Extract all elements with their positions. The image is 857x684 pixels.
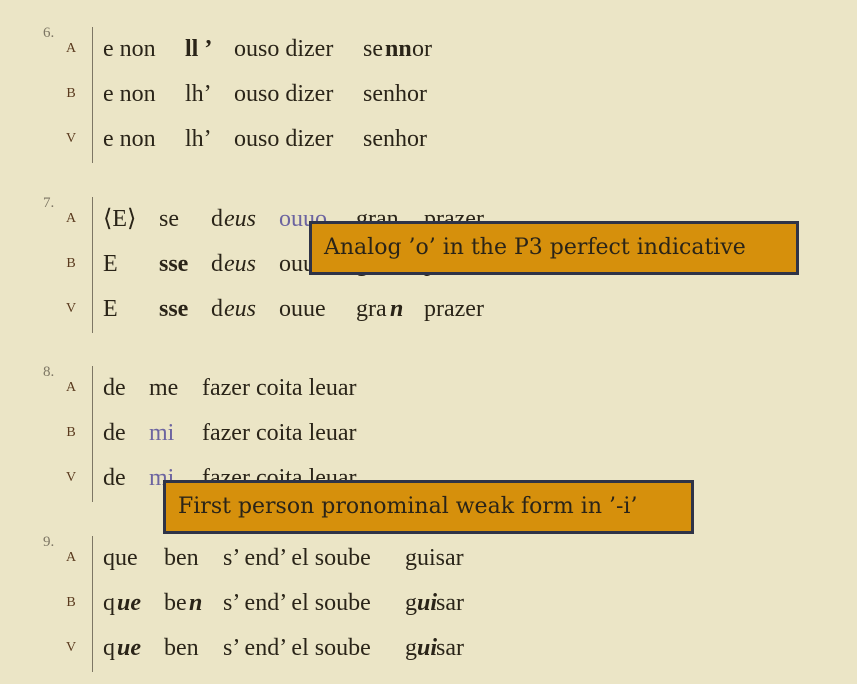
witness-sigil: A: [65, 550, 77, 565]
word: n: [390, 296, 404, 322]
witness-sigil: B: [66, 256, 76, 271]
witness-sigil: B: [66, 595, 76, 610]
word: lh’: [185, 126, 212, 152]
word: sse: [159, 251, 189, 277]
word: senhor: [363, 81, 427, 107]
word: guisar: [405, 545, 464, 571]
word: fazer coita leuar: [202, 420, 357, 446]
witness-row-v[interactable]: V e non lh’ ouso dizer senhor: [0, 123, 857, 159]
word: nn: [385, 36, 412, 62]
word: d: [211, 206, 223, 232]
witness-sigil: A: [65, 211, 77, 226]
word: s’ end’ el soube: [223, 545, 371, 571]
word: s’ end’ el soube: [223, 590, 371, 616]
word: de: [103, 465, 126, 491]
word: E: [103, 296, 118, 322]
word: d: [211, 251, 223, 277]
word: be: [164, 590, 187, 616]
word: g: [405, 590, 417, 616]
word: eus: [224, 296, 256, 322]
witness-sigil: V: [65, 640, 77, 655]
word: E: [103, 251, 118, 277]
word: ⟨E⟩: [103, 206, 137, 232]
word: g: [405, 635, 417, 661]
word: ouso dizer: [234, 36, 334, 62]
word: gra: [356, 296, 387, 322]
word: sar: [436, 635, 464, 661]
witness-row-b[interactable]: B e non lh’ ouso dizer senhor: [0, 78, 857, 114]
word: e non: [103, 81, 156, 107]
word: ouso dizer: [234, 126, 334, 152]
word: prazer: [424, 296, 484, 322]
word: se: [159, 206, 179, 232]
witness-row-a[interactable]: A que ben s’ end’ el soube guisar: [0, 542, 857, 578]
witness-sigil: V: [65, 470, 77, 485]
word: me: [149, 375, 179, 401]
word: ue: [117, 590, 141, 616]
word: q: [103, 590, 115, 616]
word: ue: [117, 635, 141, 661]
word: eus: [224, 251, 256, 277]
witness-row-b[interactable]: B de mi fazer coita leuar: [0, 417, 857, 453]
witness-sigil: A: [65, 41, 77, 56]
witness-row-v[interactable]: V q ue ben s’ end’ el soube g ui sar: [0, 632, 857, 668]
word: ouso dizer: [234, 81, 334, 107]
word: e non: [103, 36, 156, 62]
word: fazer coita leuar: [202, 375, 357, 401]
witness-row-b[interactable]: B q ue be n s’ end’ el soube g ui sar: [0, 587, 857, 623]
word: eus: [224, 206, 256, 232]
word: de: [103, 375, 126, 401]
word: q: [103, 635, 115, 661]
word: ouue: [279, 296, 326, 322]
word: ben: [164, 635, 199, 661]
word: ui: [417, 590, 438, 616]
word: ui: [417, 635, 438, 661]
word: senhor: [363, 126, 427, 152]
word: sar: [436, 590, 464, 616]
word: se: [363, 36, 383, 62]
word: n: [189, 590, 203, 616]
word: d: [211, 296, 223, 322]
witness-sigil: A: [65, 380, 77, 395]
word: e non: [103, 126, 156, 152]
word: s’ end’ el soube: [223, 635, 371, 661]
word: or: [412, 36, 432, 62]
word: ll ’: [185, 36, 213, 62]
witness-sigil: B: [66, 86, 76, 101]
witness-sigil: V: [65, 301, 77, 316]
witness-row-v[interactable]: V E sse d eus ouue gra n prazer: [0, 293, 857, 329]
annotation-tooltip-pronominal-i: First person pronominal weak form in ’-i…: [163, 480, 694, 534]
word: ben: [164, 545, 199, 571]
witness-sigil: V: [65, 131, 77, 146]
witness-row-a[interactable]: A de me fazer coita leuar: [0, 372, 857, 408]
word: que: [103, 545, 138, 571]
highlighted-word[interactable]: mi: [149, 419, 174, 447]
word: sse: [159, 296, 189, 322]
witness-sigil: B: [66, 425, 76, 440]
word: lh’: [185, 81, 212, 107]
annotation-tooltip-analog-o: Analog ’o’ in the P3 perfect indicative: [309, 221, 799, 275]
word: de: [103, 420, 126, 446]
witness-row-a[interactable]: A e non ll ’ ouso dizer se nn or: [0, 33, 857, 69]
